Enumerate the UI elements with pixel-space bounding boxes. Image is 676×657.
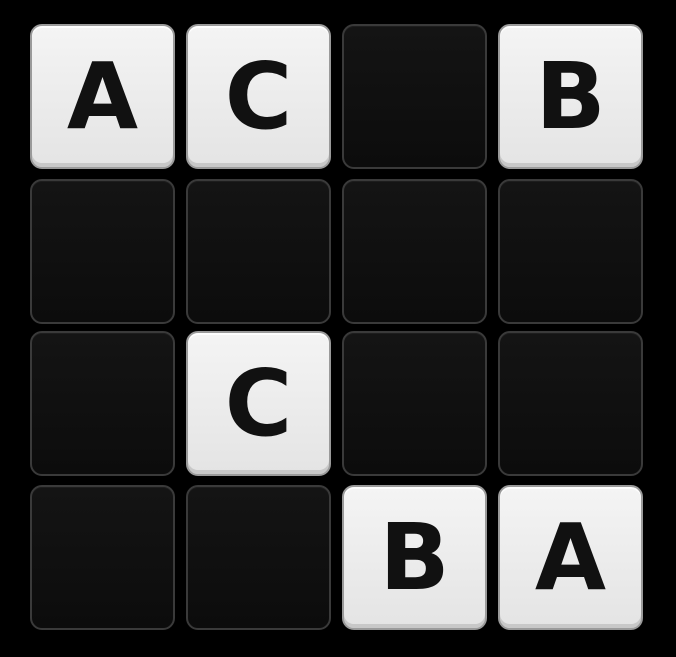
tile-letter: B [535, 42, 606, 150]
tile-hidden-4-2[interactable] [186, 485, 331, 630]
memory-game-board: ACBCBA [0, 0, 676, 657]
tile-hidden-2-4[interactable] [498, 179, 643, 324]
tile-revealed-4-4[interactable]: A [498, 485, 643, 630]
tile-revealed-1-2[interactable]: C [186, 24, 331, 169]
tile-revealed-3-2[interactable]: C [186, 331, 331, 476]
tile-hidden-2-2[interactable] [186, 179, 331, 324]
tile-letter: A [66, 42, 139, 150]
tile-revealed-4-3[interactable]: B [342, 485, 487, 630]
tile-letter: B [379, 503, 450, 611]
tile-hidden-4-1[interactable] [30, 485, 175, 630]
tile-letter: C [224, 42, 293, 150]
tile-hidden-2-1[interactable] [30, 179, 175, 324]
tile-revealed-1-1[interactable]: A [30, 24, 175, 169]
tile-revealed-1-4[interactable]: B [498, 24, 643, 169]
tile-hidden-2-3[interactable] [342, 179, 487, 324]
tile-hidden-1-3[interactable] [342, 24, 487, 169]
tile-letter: A [534, 503, 607, 611]
tile-letter: C [224, 349, 293, 457]
tile-hidden-3-4[interactable] [498, 331, 643, 476]
tile-hidden-3-3[interactable] [342, 331, 487, 476]
tile-hidden-3-1[interactable] [30, 331, 175, 476]
